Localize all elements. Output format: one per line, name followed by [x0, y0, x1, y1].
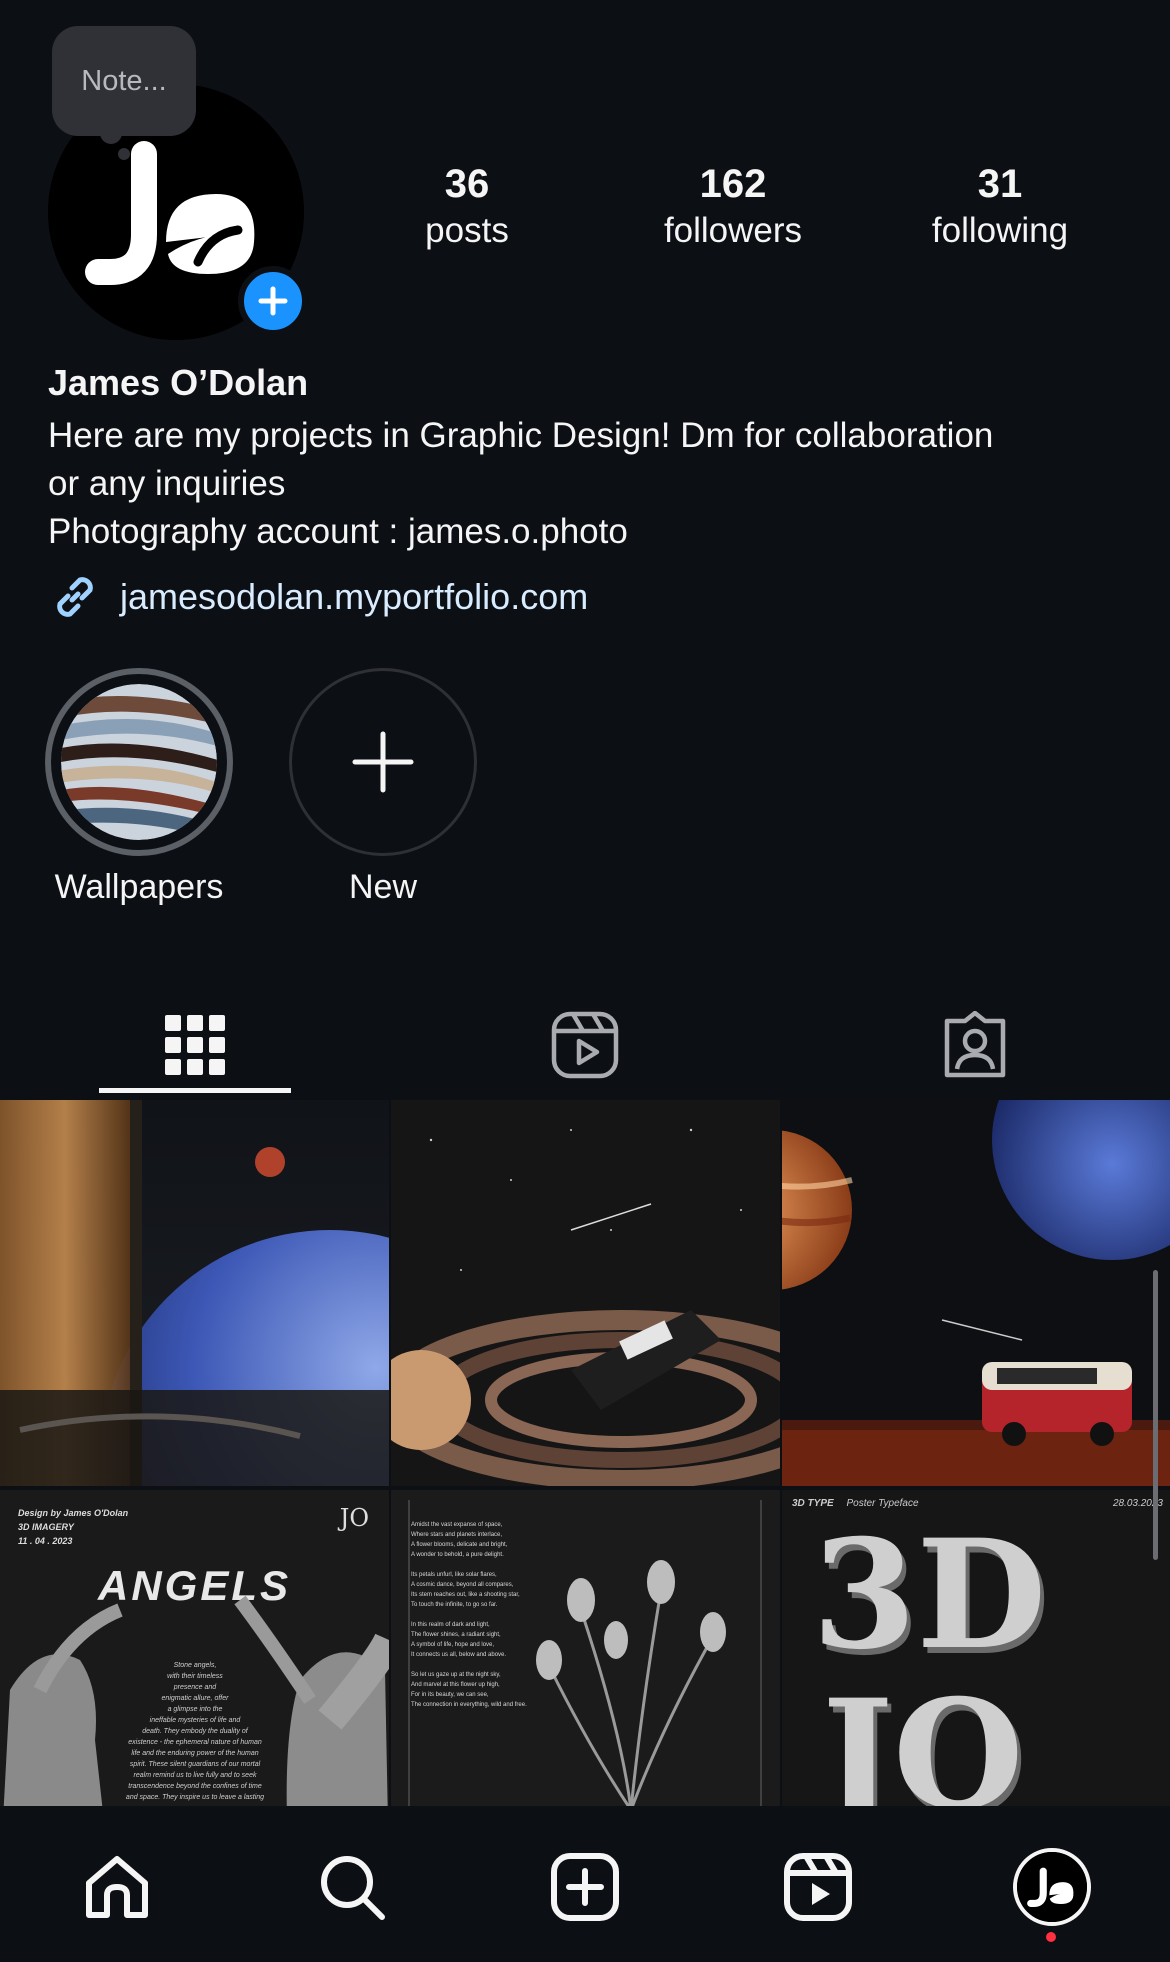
angels-body-line: presence and [173, 1684, 217, 1691]
followers-count: 162 [699, 162, 767, 206]
highlight-wallpapers[interactable]: Wallpapers [44, 668, 234, 907]
tab-selected-indicator [99, 1088, 291, 1093]
angels-body-line: realm remind us to live fully and to see… [133, 1772, 257, 1779]
new-highlight-ring [289, 668, 477, 856]
following-label: following [931, 211, 1069, 250]
portfolio-link[interactable]: jamesodolan.myportfolio.com [48, 570, 588, 624]
plus-icon [258, 286, 288, 316]
profile-bio: Here are my projects in Graphic Design! … [48, 412, 1128, 556]
angels-body-line: existence - the ephemeral nature of huma… [128, 1739, 262, 1746]
home-icon [86, 1856, 148, 1918]
profile-name: James O’Dolan [48, 362, 309, 403]
angels-body-line: and space. They inspire us to leave a la… [125, 1794, 265, 1801]
profile-avatar-small [1013, 1848, 1091, 1926]
reels-icon [784, 1853, 852, 1921]
bio-line: or any inquiries [48, 464, 286, 503]
notification-dot [1046, 1932, 1056, 1942]
angels-body-line: spirit. These silent guardians of our mo… [129, 1761, 261, 1768]
post-thumbnail[interactable] [0, 1100, 389, 1486]
tab-tagged[interactable] [780, 990, 1170, 1100]
highlight-ring [45, 668, 233, 856]
search-icon [321, 1856, 385, 1920]
highlight-label: New [348, 868, 418, 906]
post-thumbnail[interactable] [782, 1100, 1170, 1486]
scrollbar[interactable] [1153, 1270, 1158, 1560]
followers-label: followers [663, 211, 803, 250]
nav-home[interactable] [62, 1832, 172, 1942]
link-icon [57, 577, 93, 617]
note-tail-small [118, 148, 130, 160]
nav-profile[interactable] [997, 1832, 1107, 1942]
posts-label: posts [425, 211, 509, 250]
tagged-icon [944, 1011, 1006, 1078]
posts-grid: Design by James O'Dolan 3D IMAGERY 11 . … [0, 1100, 1170, 1906]
portfolio-link-text: jamesodolan.myportfolio.com [120, 576, 589, 617]
create-icon [551, 1853, 619, 1921]
angels-body-line: death. They embody the duality of [142, 1728, 248, 1735]
note-placeholder: Note... [81, 64, 167, 97]
note-bubble[interactable]: Note... [52, 26, 196, 136]
angels-body-line: enigmatic allure, offer [161, 1695, 229, 1702]
angels-body-line: Stone angels, [173, 1662, 217, 1669]
angels-body: Stone angels, with their timeless presen… [90, 1660, 300, 1803]
angels-body-line: with their timeless [167, 1673, 223, 1680]
angels-body-line: a glimpse into the [167, 1706, 223, 1713]
followers-stat[interactable]: 162 followers [623, 160, 843, 254]
tab-posts-grid[interactable] [0, 990, 390, 1100]
grid-icon [165, 1015, 225, 1075]
add-story-button[interactable] [238, 266, 308, 336]
posts-count: 36 [444, 162, 490, 206]
following-count: 31 [977, 162, 1023, 206]
bio-line: Here are my projects in Graphic Design! … [48, 416, 994, 455]
highlight-label: Wallpapers [54, 868, 224, 906]
tab-reels[interactable] [390, 990, 780, 1100]
nav-search[interactable] [297, 1832, 407, 1942]
highlight-new[interactable]: New [288, 668, 478, 907]
type-big-3d: 3D [812, 1507, 1047, 1683]
posts-stat[interactable]: 36 posts [357, 160, 577, 254]
nav-reels[interactable] [763, 1832, 873, 1942]
angels-body-line: life and the enduring power of the human [131, 1750, 259, 1757]
angels-body-line: transcendence beyond the confines of tim… [128, 1783, 262, 1790]
planet-stripes-image [61, 684, 217, 840]
bio-line: Photography account : james.o.photo [48, 512, 628, 551]
plus-icon [352, 731, 414, 793]
reels-icon [551, 1011, 619, 1079]
angels-body-line: ineffable mysteries of life and [149, 1717, 241, 1724]
nav-create[interactable] [530, 1832, 640, 1942]
following-stat[interactable]: 31 following [890, 160, 1110, 254]
post-thumbnail[interactable] [391, 1100, 780, 1486]
note-tail [100, 122, 122, 144]
